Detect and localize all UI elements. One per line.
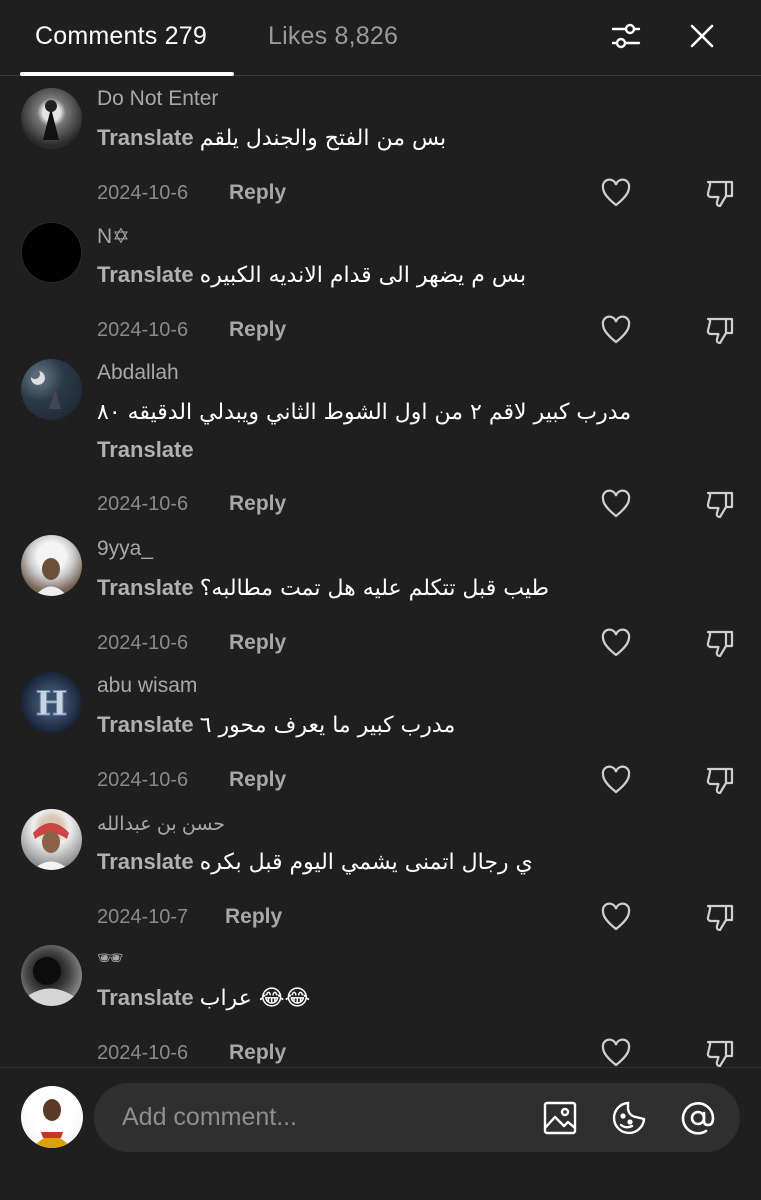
translate-link[interactable]: Translate — [97, 849, 194, 874]
reply-button[interactable]: Reply — [229, 492, 286, 516]
comment-text: ي رجال اتمنى يشمي اليوم قبل بكره — [199, 850, 533, 875]
thumbs-down-icon[interactable] — [700, 760, 740, 800]
comment-input[interactable] — [122, 1083, 522, 1152]
active-tab-indicator — [20, 72, 234, 76]
avatar[interactable] — [21, 359, 82, 420]
comment-date: 2024-10-6 — [97, 632, 189, 654]
comment-text-row: Translate ي رجال اتمنى يشمي اليوم قبل بك… — [97, 849, 533, 875]
comment-username[interactable]: 🕶 — [97, 947, 124, 971]
reply-button[interactable]: Reply — [225, 905, 282, 929]
thumbs-down-icon[interactable] — [700, 484, 740, 524]
close-icon[interactable] — [682, 16, 722, 56]
thumbs-down-icon[interactable] — [700, 897, 740, 937]
comment-text: بس م يضهر الى قدام الانديه الكبيره — [199, 263, 527, 288]
comment-date: 2024-10-6 — [97, 319, 189, 341]
comments-panel: Comments 279 Likes 8,826 Do Not Enter Tr… — [0, 0, 761, 1200]
thumbs-down-icon[interactable] — [700, 1033, 740, 1067]
emoji-icon[interactable] — [608, 1097, 650, 1139]
reply-button[interactable]: Reply — [229, 631, 286, 655]
at-mention-icon[interactable] — [677, 1097, 719, 1139]
comment-text-row: Translate بس م يضهر الى قدام الانديه الك… — [97, 262, 526, 288]
avatar[interactable] — [21, 88, 82, 149]
image-icon[interactable] — [539, 1097, 581, 1139]
heart-icon[interactable] — [596, 623, 636, 663]
translate-link[interactable]: Translate — [97, 985, 194, 1010]
comment-text-row: Translate عراب 😂😂 — [97, 985, 310, 1011]
translate-link[interactable]: Translate — [97, 125, 194, 150]
thumbs-down-icon[interactable] — [700, 173, 740, 213]
reply-button[interactable]: Reply — [229, 1041, 286, 1065]
comment-composer — [0, 1067, 761, 1200]
avatar[interactable] — [21, 222, 82, 283]
comment-date: 2024-10-7 — [97, 906, 189, 928]
svg-text:H: H — [35, 684, 67, 724]
comment-date: 2024-10-6 — [97, 769, 189, 791]
translate-link[interactable]: Translate — [97, 437, 194, 462]
comments-header: Comments 279 Likes 8,826 — [0, 0, 761, 76]
comment-date: 2024-10-6 — [97, 1042, 189, 1064]
my-avatar[interactable] — [21, 1086, 83, 1148]
translate-link[interactable]: Translate — [97, 262, 194, 287]
comment-username[interactable]: abu wisam — [97, 674, 197, 698]
comment-text-row: Translate — [97, 437, 194, 463]
translate-link[interactable]: Translate — [97, 712, 194, 737]
comment-username[interactable]: Abdallah — [97, 361, 179, 385]
avatar[interactable] — [21, 809, 82, 870]
heart-icon[interactable] — [596, 760, 636, 800]
avatar[interactable]: H — [21, 672, 82, 733]
avatar[interactable] — [21, 945, 82, 1006]
comment-text-row: مدرب كبير لاقم ٢ من اول الشوط الثاني ويب… — [97, 399, 631, 425]
comment-text: عراب 😂😂 — [199, 986, 311, 1011]
avatar[interactable] — [21, 535, 82, 596]
comment-text: مدرب كبير لاقم ٢ من اول الشوط الثاني ويب… — [97, 400, 632, 425]
comment-username[interactable]: N✡ — [97, 224, 130, 249]
heart-icon[interactable] — [596, 484, 636, 524]
comment-username[interactable]: 9yya_ — [97, 537, 153, 561]
comment-text-row: Translate مدرب كبير ما يعرف محور ٦ — [97, 712, 455, 738]
comment-text-row: Translate بس من الفتح والجندل يلقم — [97, 125, 446, 151]
sliders-icon[interactable] — [606, 16, 646, 56]
comment-text: مدرب كبير ما يعرف محور ٦ — [199, 713, 456, 738]
thumbs-down-icon[interactable] — [700, 310, 740, 350]
thumbs-down-icon[interactable] — [700, 623, 740, 663]
heart-icon[interactable] — [596, 310, 636, 350]
comment-text: طيب قبل تتكلم عليه هل تمت مطالبه؟ — [199, 576, 549, 601]
comment-username[interactable]: Do Not Enter — [97, 87, 218, 111]
reply-button[interactable]: Reply — [229, 768, 286, 792]
comment-date: 2024-10-6 — [97, 182, 189, 204]
translate-link[interactable]: Translate — [97, 575, 194, 600]
comment-input-box[interactable] — [94, 1083, 740, 1152]
tab-likes[interactable]: Likes 8,826 — [268, 22, 398, 51]
tab-comments[interactable]: Comments 279 — [35, 22, 207, 51]
comment-text-row: Translate طيب قبل تتكلم عليه هل تمت مطال… — [97, 575, 549, 601]
heart-icon[interactable] — [596, 897, 636, 937]
comment-list[interactable]: Do Not Enter Translate بس من الفتح والجن… — [0, 77, 761, 1067]
heart-icon[interactable] — [596, 173, 636, 213]
comment-date: 2024-10-6 — [97, 493, 189, 515]
comment-username[interactable]: حسن بن عبدالله — [97, 813, 225, 836]
reply-button[interactable]: Reply — [229, 181, 286, 205]
heart-icon[interactable] — [596, 1033, 636, 1067]
comment-text: بس من الفتح والجندل يلقم — [199, 126, 447, 151]
reply-button[interactable]: Reply — [229, 318, 286, 342]
